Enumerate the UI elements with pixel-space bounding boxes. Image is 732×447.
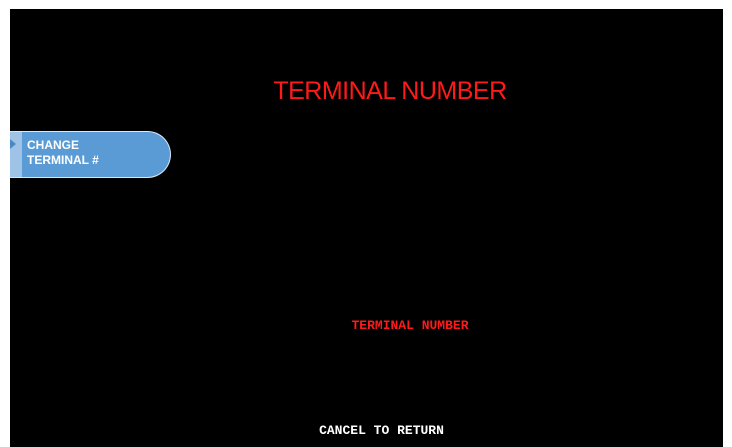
button-arrow-icon <box>10 139 16 149</box>
change-terminal-button[interactable]: CHANGE TERMINAL # <box>10 131 171 178</box>
change-terminal-label: CHANGE TERMINAL # <box>27 138 99 167</box>
cancel-instruction: CANCEL TO RETURN <box>319 423 444 438</box>
screen-title: TERMINAL NUMBER <box>273 77 507 105</box>
terminal-number-field: TERMINAL NUMBER <box>351 318 469 333</box>
atm-screen: TERMINAL NUMBER CHANGE TERMINAL # TERMIN… <box>10 9 723 447</box>
